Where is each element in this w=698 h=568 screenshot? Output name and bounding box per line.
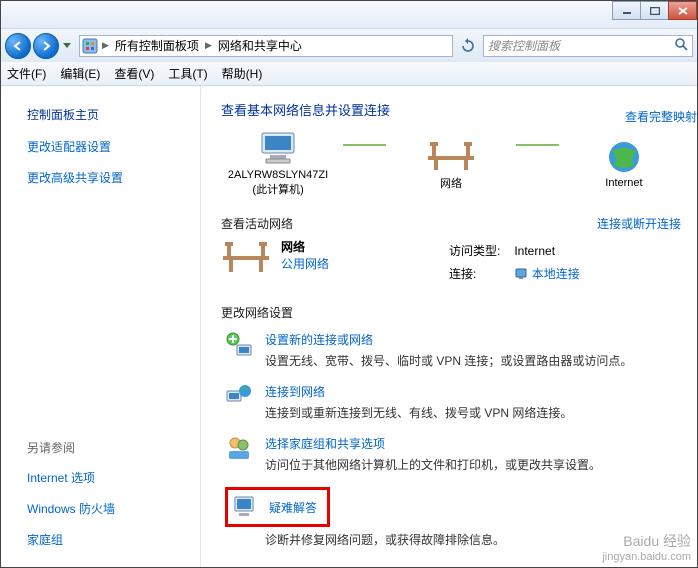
network-label: 网络	[394, 175, 508, 191]
maximize-button[interactable]	[640, 1, 669, 20]
control-panel-icon	[82, 38, 98, 54]
sidebar-home[interactable]: 控制面板主页	[27, 106, 174, 123]
homegroup-icon	[225, 435, 253, 463]
sidebar-homegroup[interactable]: 家庭组	[27, 531, 174, 548]
homegroup-link[interactable]: 选择家庭组和共享选项	[265, 435, 601, 452]
net-line-icon	[343, 144, 386, 146]
computer-name: 2ALYRW8SLYN47ZI	[221, 169, 335, 181]
breadcrumb-item-all[interactable]: 所有控制面板项	[113, 37, 201, 54]
this-computer-label: (此计算机)	[221, 181, 335, 197]
menu-file[interactable]: 文件(F)	[7, 65, 46, 82]
active-networks-heading: 查看活动网络	[221, 217, 293, 231]
sidebar: 控制面板主页 更改适配器设置 更改高级共享设置 另请参阅 Internet 选项…	[1, 86, 201, 567]
troubleshoot-highlight: 疑难解答	[225, 487, 330, 527]
history-chevron-icon[interactable]	[59, 36, 75, 56]
connection-label: 连接:	[443, 263, 506, 284]
menu-help[interactable]: 帮助(H)	[222, 65, 263, 82]
connect-network-desc: 连接到或重新连接到无线、有线、拨号或 VPN 网络连接。	[265, 404, 572, 421]
connection-link[interactable]: 本地连接	[532, 267, 580, 281]
titlebar	[1, 1, 697, 28]
connect-network-icon	[225, 383, 253, 411]
troubleshoot-icon	[231, 493, 259, 521]
setup-connection-desc: 设置无线、宽带、拨号、临时或 VPN 连接；或设置路由器或访问点。	[265, 352, 632, 369]
breadcrumb[interactable]: ▶ 所有控制面板项 ▶ 网络和共享中心	[79, 35, 453, 57]
sidebar-seealso-label: 另请参阅	[27, 439, 174, 456]
network-icon	[394, 135, 508, 175]
watermark-url: jingyan.baidu.com	[602, 551, 691, 563]
bench-icon	[221, 238, 271, 281]
close-button[interactable]	[668, 1, 697, 20]
sidebar-adapter[interactable]: 更改适配器设置	[27, 138, 174, 155]
active-net-name: 网络	[281, 240, 305, 254]
computer-icon	[221, 129, 335, 169]
search-input[interactable]: 搜索控制面板	[483, 35, 693, 57]
breadcrumb-item-network[interactable]: 网络和共享中心	[216, 37, 304, 54]
search-icon	[674, 37, 688, 54]
menu-view[interactable]: 查看(V)	[114, 65, 154, 82]
menu-tools[interactable]: 工具(T)	[168, 65, 207, 82]
page-title: 查看基本网络信息并设置连接	[221, 100, 681, 119]
adapter-icon	[514, 267, 528, 281]
disconnect-link[interactable]: 连接或断开连接	[597, 215, 681, 232]
full-map-link[interactable]: 查看完整映射	[625, 108, 697, 125]
access-type-label: 访问类型:	[443, 240, 506, 261]
connect-network-link[interactable]: 连接到网络	[265, 383, 572, 400]
refresh-button[interactable]	[457, 35, 479, 57]
change-settings-heading: 更改网络设置	[221, 304, 681, 321]
troubleshoot-desc: 诊断并修复网络问题，或获得故障排除信息。	[265, 531, 681, 548]
nav-bar: ▶ 所有控制面板项 ▶ 网络和共享中心 搜索控制面板	[1, 28, 697, 62]
setup-connection-link[interactable]: 设置新的连接或网络	[265, 331, 632, 348]
network-map: 2ALYRW8SLYN47ZI (此计算机) 网络 Internet	[221, 129, 681, 197]
menu-bar: 文件(F) 编辑(E) 查看(V) 工具(T) 帮助(H)	[1, 62, 697, 86]
homegroup-desc: 访问位于其他网络计算机上的文件和打印机，或更改共享设置。	[265, 456, 601, 473]
chevron-right-icon: ▶	[203, 40, 214, 51]
net-line-icon	[516, 144, 559, 146]
access-type-value: Internet	[508, 240, 585, 261]
content: 查看基本网络信息并设置连接 查看完整映射 2ALYRW8SLYN47ZI (此计…	[201, 86, 697, 567]
chevron-right-icon: ▶	[100, 40, 111, 51]
search-placeholder: 搜索控制面板	[488, 37, 560, 54]
active-net-type[interactable]: 公用网络	[281, 255, 329, 272]
new-connection-icon	[225, 331, 253, 359]
sidebar-firewall[interactable]: Windows 防火墙	[27, 500, 174, 517]
window: ▶ 所有控制面板项 ▶ 网络和共享中心 搜索控制面板 文件(F) 编辑(E) 查…	[0, 0, 698, 568]
sidebar-sharing[interactable]: 更改高级共享设置	[27, 169, 174, 186]
sidebar-internet-options[interactable]: Internet 选项	[27, 469, 174, 486]
internet-icon	[567, 137, 681, 177]
menu-edit[interactable]: 编辑(E)	[60, 65, 100, 82]
back-button[interactable]	[5, 33, 31, 59]
minimize-button[interactable]	[612, 1, 641, 20]
forward-button[interactable]	[33, 33, 59, 59]
troubleshoot-link[interactable]: 疑难解答	[269, 499, 317, 516]
internet-label: Internet	[567, 177, 681, 189]
